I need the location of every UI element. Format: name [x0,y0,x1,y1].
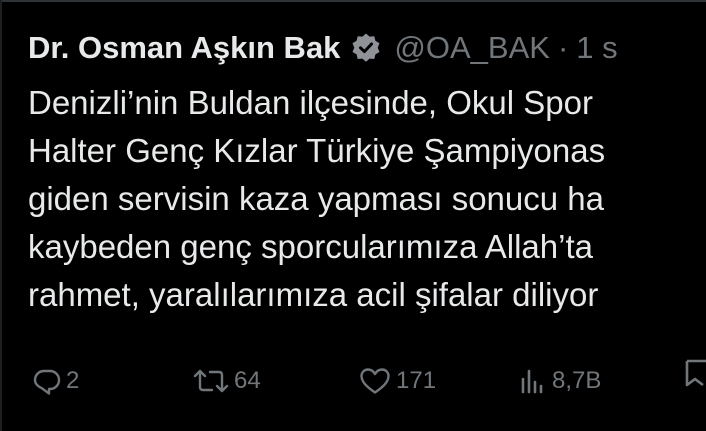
repost-icon [192,366,230,396]
bookmark-button[interactable] [684,358,706,388]
repost-button[interactable]: 64 [192,358,261,404]
tweet-header: Dr. Osman Aşkın Bak @OA_BAK · 1 s [28,26,618,70]
verified-badge-icon [350,32,382,64]
heart-icon [358,366,392,396]
bookmark-icon [684,358,706,388]
tweet-text-line: rahmet, yaralılarımıza acil şifalar dili… [28,276,599,313]
reply-count: 2 [66,367,80,394]
tweet-text-line: Denizli’nin Buldan ilçesinde, Okul Spor [28,84,593,121]
like-count: 171 [396,367,437,394]
tweet-text-line: giden servisin kaza yapması sonucu ha [28,180,604,217]
tweet-text-line: kaybeden genç sporcularımıza Allah’ta [28,228,593,265]
repost-count: 64 [234,367,261,394]
separator-dot: · [557,30,569,65]
tweet-timestamp[interactable]: 1 s [576,26,617,70]
views-button[interactable]: 8,7B [518,358,601,404]
reply-button[interactable]: 2 [32,358,79,404]
top-divider [0,0,706,2]
like-button[interactable]: 171 [358,358,436,404]
tweet-actions: 2 64 171 8,7B [0,358,706,404]
views-icon [518,366,548,396]
author-name[interactable]: Dr. Osman Aşkın Bak [28,26,340,70]
reply-icon [32,366,62,396]
tweet-text-line: Halter Genç Kızlar Türkiye Şampiyonas [28,132,606,169]
views-count: 8,7B [552,367,602,394]
tweet-text: Denizli’nin Buldan ilçesinde, Okul Spor … [28,79,706,319]
author-handle[interactable]: @OA_BAK [394,26,550,70]
